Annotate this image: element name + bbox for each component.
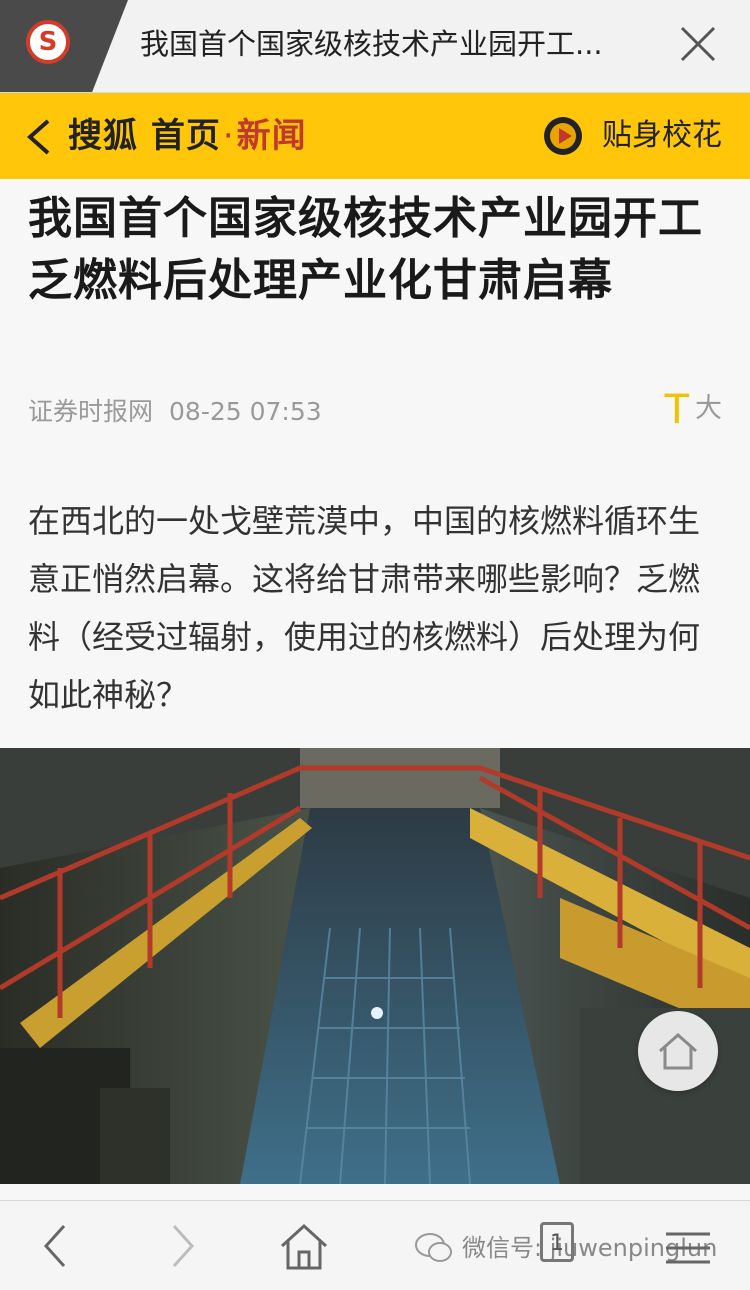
article-meta: 证券时报网 08-25 07:53 [28,392,322,428]
video-play-icon[interactable] [542,115,584,157]
back-icon[interactable] [30,1218,86,1274]
menu-icon[interactable] [660,1218,716,1274]
font-size-icon: T [664,387,689,433]
floating-home-button[interactable] [638,1011,718,1091]
article-lead-paragraph: 在西北的一处戈壁荒漠中，中国的核燃料循环生意正悄然启幕。这将给甘肃带来哪些影响？… [28,502,701,714]
font-size-label: 大 [695,393,722,424]
site-header: 搜狐 首页·新闻 贴身校花 [0,93,750,179]
home-toolbar-icon[interactable] [276,1218,332,1274]
brand-home-link[interactable]: 搜狐 首页 [68,116,221,156]
site-brand[interactable]: 搜狐 首页·新闻 [68,93,307,179]
section-news-link[interactable]: 新闻 [237,116,307,156]
tab-title[interactable]: 我国首个国家级核技术产业园开工... [140,0,660,92]
font-size-toggle[interactable]: T大 [664,386,722,433]
promo-link[interactable]: 贴身校花 [602,93,722,179]
home-icon [659,1032,697,1070]
article-headline: 我国首个国家级核技术产业园开工 乏燃料后处理产业化甘肃启幕 [28,193,703,306]
browser-tab-bar: S 我国首个国家级核技术产业园开工... [0,0,750,93]
close-icon[interactable] [676,22,720,66]
sohu-logo-icon: S [26,20,70,64]
brand-separator: · [222,116,235,156]
forward-icon[interactable] [152,1218,208,1274]
article-source: 证券时报网 [28,397,154,426]
tab-count-button[interactable]: 1 [540,1222,574,1262]
spent-fuel-pool-illustration [0,748,750,1184]
article-photo[interactable] [0,748,750,1184]
article-time: 08-25 07:53 [169,397,322,426]
wechat-watermark-icon [415,1233,452,1262]
back-chevron-icon[interactable] [24,117,54,157]
